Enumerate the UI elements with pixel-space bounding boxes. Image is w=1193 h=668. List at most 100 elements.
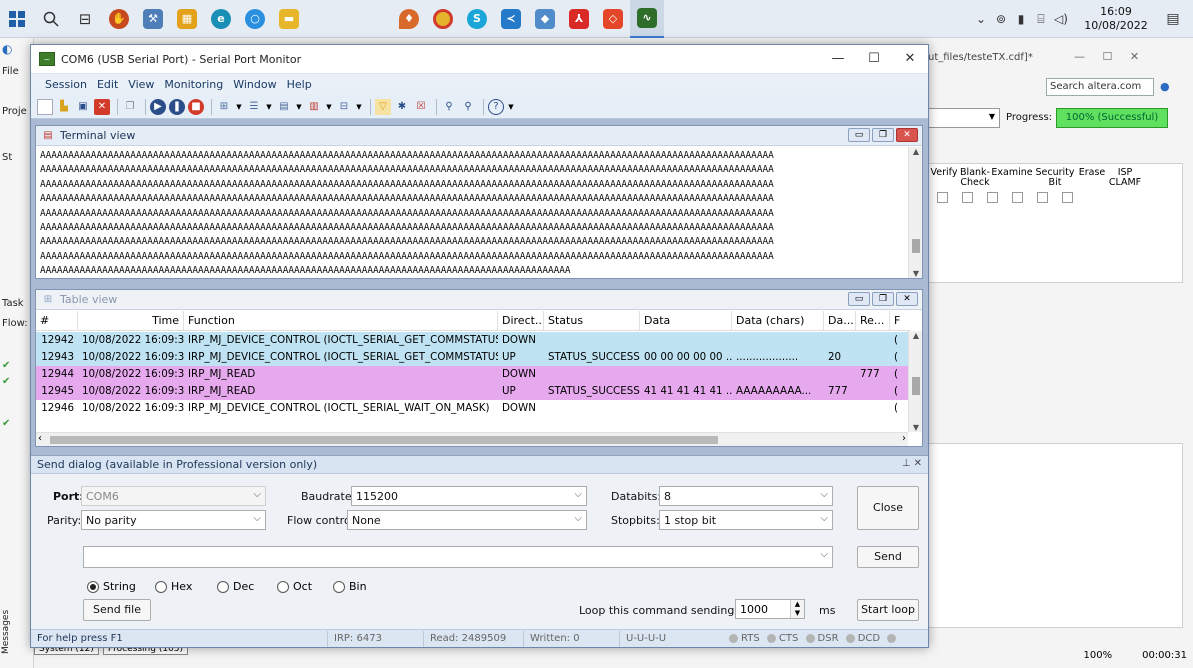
network-tray-icon[interactable]: ⌸: [1031, 12, 1051, 27]
radio-string[interactable]: String: [87, 580, 136, 593]
col-number[interactable]: #: [36, 311, 78, 330]
terminal-output[interactable]: AAAAAAAAAAAAAAAAAAAAAAAAAAAAAAAAAAAAAAAA…: [36, 147, 908, 278]
menu-view[interactable]: View: [128, 78, 154, 91]
col-data-length[interactable]: Da...: [824, 311, 856, 330]
scroll-left-icon[interactable]: ‹: [38, 433, 42, 444]
col-direction[interactable]: Direct...: [498, 311, 544, 330]
table-row[interactable]: 12946 10/08/2022 16:09:38 IRP_MJ_DEVICE_CO…: [36, 400, 910, 417]
panel-minimize-button[interactable]: ▭: [848, 292, 870, 306]
open-icon[interactable]: ▙: [56, 99, 72, 115]
scroll-up-icon[interactable]: ▲: [909, 147, 923, 156]
send-button[interactable]: Send: [857, 546, 919, 568]
col-data-chars[interactable]: Data (chars): [732, 311, 824, 330]
panel-restore-button[interactable]: ❐: [872, 128, 894, 142]
panel-restore-button[interactable]: ❐: [872, 292, 894, 306]
bg-checkbox[interactable]: [937, 192, 948, 203]
search-icon[interactable]: ⚲: [441, 99, 457, 115]
bg-checkbox[interactable]: [1012, 192, 1023, 203]
taskbar-app-2[interactable]: ⚒: [136, 0, 170, 38]
start-loop-button[interactable]: Start loop: [857, 599, 919, 621]
search-next-icon[interactable]: ⚲: [460, 99, 476, 115]
stop-icon[interactable]: ■: [188, 98, 204, 115]
menu-session[interactable]: Session: [45, 78, 87, 91]
taskbar-acrobat[interactable]: ⅄: [562, 0, 596, 38]
clear-icon[interactable]: ☒: [413, 99, 429, 115]
maximize-button[interactable]: ☐: [856, 45, 892, 73]
radio-oct[interactable]: Oct: [277, 580, 312, 593]
taskbar-app-1[interactable]: ✋: [102, 0, 136, 38]
panel-close-button[interactable]: ✕: [896, 292, 918, 306]
dropdown-arrow-icon[interactable]: ▼: [355, 99, 363, 115]
dropdown-arrow-icon[interactable]: ▼: [325, 99, 333, 115]
table-row[interactable]: 12942 10/08/2022 16:09:38 IRP_MJ_DEVICE_CO…: [36, 332, 910, 349]
notification-icon[interactable]: ▤: [1153, 11, 1193, 27]
col-f[interactable]: F: [890, 311, 910, 330]
panel-minimize-button[interactable]: ▭: [848, 128, 870, 142]
filter-icon[interactable]: ▽: [375, 98, 391, 115]
minimize-button[interactable]: —: [820, 45, 856, 73]
taskbar-chrome[interactable]: [426, 0, 460, 38]
radio-bin[interactable]: Bin: [333, 580, 367, 593]
col-requested[interactable]: Re...: [856, 311, 890, 330]
dropdown-arrow-icon[interactable]: ▼: [265, 99, 273, 115]
bg-hardware-combo[interactable]: ▼: [928, 108, 1000, 128]
col-data[interactable]: Data: [640, 311, 732, 330]
table-view-header[interactable]: ⊞ Table view ▭ ❐ ✕: [36, 290, 922, 310]
pin-icon[interactable]: ⊥ ✕: [902, 458, 922, 469]
start-button[interactable]: [0, 0, 34, 38]
taskbar-app-5[interactable]: ○: [238, 0, 272, 38]
dropdown-arrow-icon[interactable]: ▼: [507, 99, 515, 115]
flow-control-select[interactable]: None ⌵: [347, 510, 587, 530]
task-view-button[interactable]: ⊟: [68, 0, 102, 38]
table-vscrollbar[interactable]: ▲ ▼: [908, 331, 922, 432]
menu-monitoring[interactable]: Monitoring: [164, 78, 223, 91]
scroll-thumb[interactable]: [912, 239, 920, 253]
chart-view-icon[interactable]: ▥: [306, 99, 322, 115]
table-row[interactable]: 12945 10/08/2022 16:09:38 IRP_MJ_READ UP STA…: [36, 383, 910, 400]
radio-hex[interactable]: Hex: [155, 580, 192, 593]
scroll-thumb[interactable]: [912, 377, 920, 395]
taskbar-app-7[interactable]: ♦: [392, 0, 426, 38]
col-status[interactable]: Status: [544, 311, 640, 330]
start-icon[interactable]: ▶: [150, 98, 166, 115]
terminal-view-header[interactable]: ▤ Terminal view ▭ ❐ ✕: [36, 126, 922, 146]
close-session-icon[interactable]: ✕: [94, 98, 110, 115]
databits-select[interactable]: 8 ⌵: [659, 486, 833, 506]
device-tray-icon[interactable]: ⊚: [991, 12, 1011, 26]
pause-icon[interactable]: ❚: [169, 98, 185, 115]
save-icon[interactable]: ▣: [75, 99, 91, 115]
grid-view-icon[interactable]: ⊞: [216, 99, 232, 115]
spinner-arrows-icon[interactable]: ▲ ▼: [790, 600, 804, 618]
terminal-scrollbar[interactable]: ▲ ▼: [908, 147, 922, 278]
dropdown-arrow-icon[interactable]: ▼: [235, 99, 243, 115]
taskbar-search-button[interactable]: [34, 0, 68, 38]
scroll-down-icon[interactable]: ▼: [909, 423, 923, 432]
stopbits-select[interactable]: 1 stop bit ⌵: [659, 510, 833, 530]
col-time[interactable]: Time: [78, 311, 184, 330]
bg-checkbox[interactable]: [962, 192, 973, 203]
bg-checkbox[interactable]: [987, 192, 998, 203]
close-dialog-button[interactable]: Close: [857, 486, 919, 530]
table-row[interactable]: 12943 10/08/2022 16:09:38 IRP_MJ_DEVICE_CO…: [36, 349, 910, 366]
list-view-icon[interactable]: ☰: [246, 99, 262, 115]
clock[interactable]: 16:09 10/08/2022: [1079, 5, 1153, 33]
menu-window[interactable]: Window: [233, 78, 276, 91]
taskbar-vscode[interactable]: ≺: [494, 0, 528, 38]
scroll-right-icon[interactable]: ›: [902, 433, 906, 444]
help-icon[interactable]: ?: [488, 98, 504, 115]
bg-checkbox[interactable]: [1037, 192, 1048, 203]
taskbar-serial-monitor[interactable]: ∿: [630, 0, 664, 38]
col-function[interactable]: Function: [184, 311, 498, 330]
bg-search-input[interactable]: Search altera.com: [1046, 78, 1154, 96]
taskbar-app-9[interactable]: S: [460, 0, 494, 38]
panel-close-button[interactable]: ✕: [896, 128, 918, 142]
radio-dec[interactable]: Dec: [217, 580, 254, 593]
dropdown-arrow-icon[interactable]: ▼: [295, 99, 303, 115]
new-session-icon[interactable]: [37, 98, 53, 115]
window-titlebar[interactable]: ~ COM6 (USB Serial Port) - Serial Port M…: [31, 45, 928, 73]
menu-edit[interactable]: Edit: [97, 78, 118, 91]
layout-icon[interactable]: ⊟: [336, 99, 352, 115]
table-row[interactable]: 12944 10/08/2022 16:09:38 IRP_MJ_READ DOWN 7…: [36, 366, 910, 383]
dump-view-icon[interactable]: ▤: [276, 99, 292, 115]
settings-icon[interactable]: ✱: [394, 99, 410, 115]
